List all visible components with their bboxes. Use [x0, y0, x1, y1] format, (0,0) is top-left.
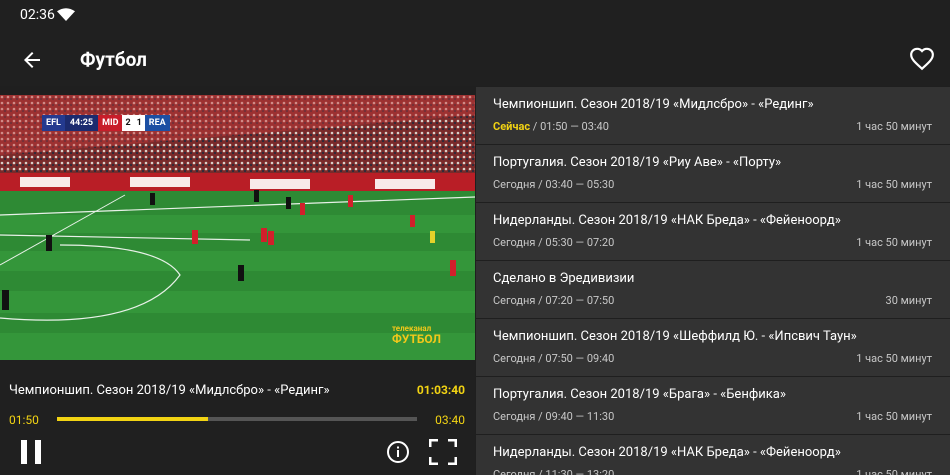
schedule-item-title: Нидерланды. Сезон 2018/19 «НАК Бреда» - … [493, 213, 841, 228]
schedule-item-time: Сегодня / 07:50 — 09:40 [493, 352, 614, 365]
scorebug-league: EFL [42, 115, 65, 131]
schedule-item-day: Сегодня [493, 410, 536, 423]
schedule-item-day: Сегодня [493, 468, 536, 475]
progress-fill [57, 417, 209, 421]
video-player[interactable]: EFL 44:25 MID 2 1 REA телеканал ФУТБОЛ [0, 95, 475, 360]
schedule-item-time: Сегодня / 07:20 — 07:50 [493, 294, 614, 307]
back-arrow-icon[interactable] [20, 48, 44, 72]
info-icon[interactable] [386, 440, 410, 464]
program-end-time: 03:40 [435, 413, 465, 427]
schedule-item-duration: 1 час 50 минут [856, 178, 932, 191]
schedule-item-day: Сейчас [493, 120, 531, 133]
schedule-item-day: Сегодня [493, 352, 536, 365]
schedule-item-range: / 11:30 — 13:20 [535, 468, 615, 475]
pause-icon-bar-right [35, 440, 41, 464]
pause-button[interactable] [21, 440, 43, 466]
schedule-item-time: Сегодня / 03:40 — 05:30 [493, 178, 614, 191]
scorebug-home: MID [98, 115, 123, 131]
schedule-item-duration: 1 час 50 минут [856, 236, 932, 249]
schedule-list: Чемпионшип. Сезон 2018/19 «Мидлсбро» - «… [476, 87, 950, 475]
schedule-item[interactable]: Нидерланды. Сезон 2018/19 «НАК Бреда» - … [476, 203, 950, 261]
schedule-item-day: Сегодня [493, 294, 536, 307]
schedule-item-range: / 01:50 — 03:40 [530, 120, 609, 133]
schedule-item-day: Сегодня [493, 178, 536, 191]
scorebug: EFL 44:25 MID 2 1 REA [42, 115, 170, 131]
schedule-item-duration: 1 час 50 минут [856, 352, 932, 365]
schedule-item-title: Чемпионшип. Сезон 2018/19 «Шеффилд Ю. - … [493, 329, 857, 344]
schedule-item[interactable]: Нидерланды. Сезон 2018/19 «НАК Бреда» - … [476, 435, 950, 475]
now-playing-title: Чемпионшип. Сезон 2018/19 «Мидлсбро» - «… [9, 383, 330, 398]
schedule-item-title: Сделано в Эредивизии [493, 271, 635, 286]
watermark-line2: ФУТБОЛ [392, 332, 441, 346]
schedule-item-day: Сегодня [493, 236, 536, 249]
fullscreen-icon[interactable] [429, 439, 457, 465]
schedule-item-duration: 1 час 50 минут [856, 120, 932, 133]
scorebug-home-score: 2 [122, 115, 134, 131]
schedule-item[interactable]: Португалия. Сезон 2018/19 «Риу Аве» - «П… [476, 145, 950, 203]
schedule-item-title: Чемпионшип. Сезон 2018/19 «Мидлсбро» - «… [493, 97, 814, 112]
schedule-item-range: / 09:40 — 11:30 [535, 410, 615, 423]
scorebug-clock: 44:25 [64, 115, 99, 131]
schedule-item[interactable]: Чемпионшип. Сезон 2018/19 «Мидлсбро» - «… [476, 87, 950, 145]
status-bar: 02:36 [0, 0, 950, 34]
app-bar: Футбол [0, 34, 950, 86]
schedule-item-time: Сегодня / 09:40 — 11:30 [493, 410, 614, 423]
schedule-item-time: Сейчас / 01:50 — 03:40 [493, 120, 609, 133]
status-time: 02:36 [20, 7, 55, 23]
schedule-item-title: Португалия. Сезон 2018/19 «Брага» - «Бен… [493, 387, 786, 402]
channel-watermark: телеканал ФУТБОЛ [392, 324, 452, 346]
schedule-item-duration: 1 час 50 минут [856, 410, 932, 423]
elapsed-time: 01:03:40 [416, 383, 465, 397]
favorite-heart-icon[interactable] [909, 46, 935, 72]
schedule-item[interactable]: Сделано в Эредивизии Сегодня / 07:20 — 07… [476, 261, 950, 319]
player-controls: Чемпионшип. Сезон 2018/19 «Мидлсбро» - «… [0, 360, 475, 475]
program-start-time: 01:50 [9, 413, 39, 427]
schedule-item-duration: 30 минут [885, 294, 932, 307]
schedule-item-title: Нидерланды. Сезон 2018/19 «НАК Бреда» - … [493, 445, 841, 460]
pause-icon-bar-left [21, 440, 27, 464]
schedule-item[interactable]: Португалия. Сезон 2018/19 «Брага» - «Бен… [476, 377, 950, 435]
schedule-item[interactable]: Чемпионшип. Сезон 2018/19 «Шеффилд Ю. - … [476, 319, 950, 377]
schedule-item-range: / 07:20 — 07:50 [535, 294, 615, 307]
schedule-item-range: / 05:30 — 07:20 [535, 236, 615, 249]
schedule-item-time: Сегодня / 05:30 — 07:20 [493, 236, 614, 249]
scorebug-away: REA [144, 115, 170, 131]
video-frame [0, 95, 475, 360]
schedule-item-title: Португалия. Сезон 2018/19 «Риу Аве» - «П… [493, 155, 782, 170]
progress-bar[interactable] [57, 417, 417, 421]
schedule-item-duration: 1 час 50 минут [856, 468, 932, 475]
schedule-item-time: Сегодня / 11:30 — 13:20 [493, 468, 614, 475]
scorebug-away-score: 1 [133, 115, 145, 131]
schedule-item-range: / 07:50 — 09:40 [535, 352, 615, 365]
schedule-item-range: / 03:40 — 05:30 [535, 178, 615, 191]
wifi-icon [57, 8, 75, 21]
page-title: Футбол [80, 48, 147, 71]
